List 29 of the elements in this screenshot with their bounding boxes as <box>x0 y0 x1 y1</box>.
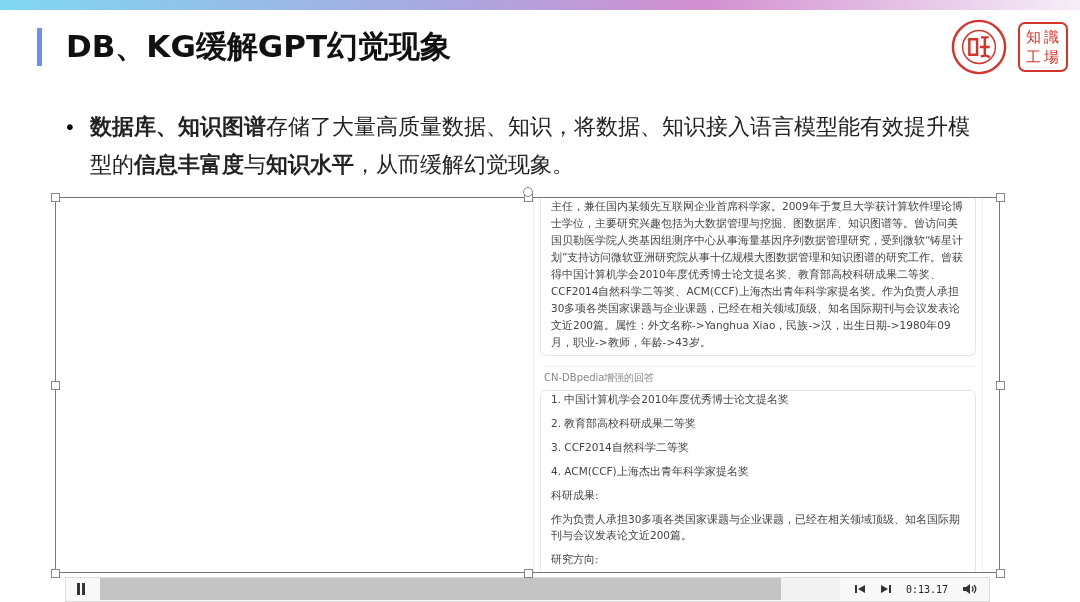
video-frame[interactable] <box>55 196 1000 573</box>
answer-line: 科研成果: <box>551 487 600 503</box>
resize-handle[interactable] <box>523 568 533 578</box>
step-back-icon[interactable] <box>854 583 866 596</box>
answer-line: 作为负责人承担30多项各类国家课题与企业课题，已经在相关领域顶级、知名国际期刊与会议发表论文近200篇。 <box>551 511 962 543</box>
resize-handle[interactable] <box>51 380 60 390</box>
resize-handle[interactable] <box>51 568 60 578</box>
resize-handle[interactable] <box>996 192 1005 202</box>
rotate-handle[interactable] <box>522 186 533 197</box>
answer-line: 4. ACM(CCF)上海杰出青年科学家提名奖 <box>551 463 750 479</box>
bullet-text: 数据库、知识图谱存储了大量高质量数据、知识，将数据、知识接入语言模型能有效提升模型的信息丰富度与知识水平，从而缓解幻觉现象。 <box>89 112 971 179</box>
answer-line: 1. 中国计算机学会2010年度优秀博士论文提名奖 <box>551 391 791 407</box>
resize-handle[interactable] <box>996 568 1005 578</box>
step-forward-icon[interactable] <box>880 583 892 596</box>
university-seal-icon <box>950 17 1008 76</box>
answer-line: 3. CCF2014自然科学二等奖 <box>551 439 690 455</box>
answer-line: 2. 教育部高校科研成果二等奖 <box>551 415 698 431</box>
title-accent-bar <box>37 27 42 66</box>
answer-line: 研究方向: <box>551 551 600 567</box>
time-display: 0:13.17 <box>906 583 949 595</box>
resize-handle[interactable] <box>996 380 1005 390</box>
volume-icon[interactable] <box>962 583 979 596</box>
slide-title: DB、KG缓解GPT幻觉现象 <box>66 26 453 66</box>
pause-button[interactable] <box>76 583 86 596</box>
card-text: 主任，兼任国内某领先互联网企业首席科学家。2009年于复旦大学获计算软件理论博士学位，主要研究兴趣包括为大数据管理与挖掘、图数据库、知识图谱等。曾访问美国贝勒医学院人类基因组测序中心从事海量基因序列数据管理研究，受到微软“铸星计划”支持访问微软亚洲研究院从事十亿规模大图数据管理和知识图谱的研究工作。曾获得中国计算机学会2010年度优秀博士论文提名奖、教育部高校科研成果二等奖、CCF2014自然科学二等奖、ACM(CCF)上海杰出青年科学家提名奖。作为负责人承担30多项各类国家课题与企业课题，已经在相关领域顶级、知名国际期刊与会议发表论文近200篇。属性：外文名称->Yanghua Xiao，民族->汉，出生日期->1980年09月，职业->教师，年龄->43岁。 <box>551 198 965 350</box>
bullet-marker: • <box>64 113 76 141</box>
resize-handle[interactable] <box>51 192 60 202</box>
section-label: CN-DBpedia增强的回答 <box>544 365 976 385</box>
seal-logo: 知識工場 <box>1018 21 1068 72</box>
